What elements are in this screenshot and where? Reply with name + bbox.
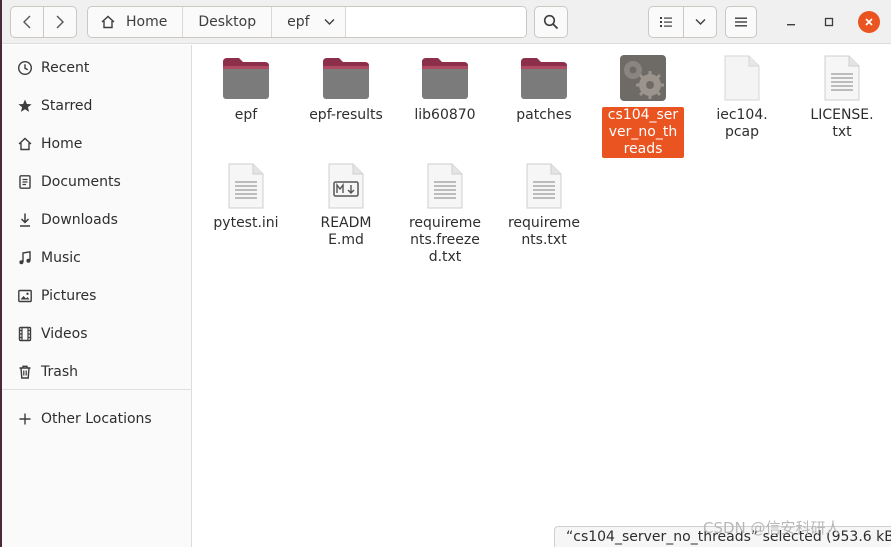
sidebar-item-pictures[interactable]: Pictures bbox=[2, 278, 192, 314]
breadcrumb-label: Home bbox=[126, 14, 168, 30]
chevron-down-icon bbox=[324, 19, 335, 25]
sidebar-item-other-locations[interactable]: Other Locations bbox=[2, 401, 192, 437]
breadcrumb-home[interactable]: Home bbox=[88, 7, 184, 37]
folder-icon bbox=[321, 53, 371, 103]
file-name: README.md bbox=[320, 215, 372, 248]
picture-icon bbox=[16, 287, 34, 305]
file-name: pytest.ini bbox=[213, 215, 279, 231]
sidebar-item-label: Starred bbox=[41, 98, 93, 114]
file-item-requirements-txt[interactable]: requirements.txt bbox=[502, 161, 586, 249]
sidebar-item-label: Videos bbox=[41, 326, 88, 342]
main-menu-button[interactable] bbox=[725, 6, 757, 38]
sidebar-item-videos[interactable]: Videos bbox=[2, 316, 192, 352]
header-bar: Home Desktop epf bbox=[2, 0, 891, 44]
file-grid: epf epf-results lib60870 patches cs104_s bbox=[193, 45, 891, 547]
maximize-icon bbox=[824, 17, 834, 27]
sidebar-item-recent[interactable]: Recent bbox=[2, 50, 192, 86]
clock-icon bbox=[16, 59, 34, 77]
chevron-down-icon bbox=[695, 19, 705, 25]
sidebar-item-label: Recent bbox=[41, 60, 90, 76]
sidebar-item-home[interactable]: Home bbox=[2, 126, 192, 162]
file-name: lib60870 bbox=[414, 107, 476, 123]
sidebar-item-label: Other Locations bbox=[41, 411, 152, 427]
sidebar-divider bbox=[2, 389, 192, 390]
plus-icon bbox=[16, 410, 34, 428]
folder-icon bbox=[420, 53, 470, 103]
file-name: requirements.txt bbox=[507, 215, 581, 248]
chevron-right-icon bbox=[56, 15, 64, 29]
file-item-cs104-server-no-threads[interactable]: cs104_server_no_threads bbox=[601, 53, 685, 158]
close-button[interactable] bbox=[858, 11, 880, 33]
text-file-icon bbox=[221, 161, 271, 211]
sidebar-item-label: Trash bbox=[41, 364, 78, 380]
star-icon bbox=[16, 97, 34, 115]
file-name: requirements.freezed.txt bbox=[408, 215, 482, 265]
home-icon bbox=[16, 135, 34, 153]
list-view-icon bbox=[660, 17, 672, 27]
list-view-button[interactable] bbox=[648, 6, 684, 38]
file-name: LICENSE.txt bbox=[810, 107, 874, 140]
sidebar-item-label: Pictures bbox=[41, 288, 97, 304]
path-bar-empty bbox=[345, 7, 526, 37]
sidebar-item-music[interactable]: Music bbox=[2, 240, 192, 276]
file-item-epf[interactable]: epf bbox=[204, 53, 288, 124]
minimize-icon bbox=[787, 24, 795, 26]
close-icon bbox=[865, 18, 873, 26]
folder-icon bbox=[519, 53, 569, 103]
file-item-requirements-freezed-txt[interactable]: requirements.freezed.txt bbox=[403, 161, 487, 266]
file-item-patches[interactable]: patches bbox=[502, 53, 586, 124]
file-manager-window: Home Desktop epf Recent Starred Home Doc… bbox=[2, 0, 891, 547]
file-item-license-txt[interactable]: LICENSE.txt bbox=[800, 53, 884, 141]
file-item-iec104-pcap[interactable]: iec104.pcap bbox=[700, 53, 784, 141]
back-button[interactable] bbox=[10, 6, 44, 38]
text-file-icon bbox=[519, 161, 569, 211]
home-icon bbox=[101, 15, 115, 29]
sidebar-item-downloads[interactable]: Downloads bbox=[2, 202, 192, 238]
maximize-button[interactable] bbox=[818, 11, 840, 33]
trash-icon bbox=[16, 363, 34, 381]
csdn-watermark: CSDN @信安科研人 bbox=[703, 519, 841, 537]
text-file-icon bbox=[817, 53, 867, 103]
text-file-icon bbox=[420, 161, 470, 211]
sidebar-item-documents[interactable]: Documents bbox=[2, 164, 192, 200]
hamburger-menu-icon bbox=[735, 17, 747, 27]
music-icon bbox=[16, 249, 34, 267]
search-icon bbox=[543, 14, 559, 30]
file-item-readme-md[interactable]: README.md bbox=[304, 161, 388, 249]
file-item-pytest-ini[interactable]: pytest.ini bbox=[204, 161, 288, 232]
view-options-button[interactable] bbox=[683, 6, 717, 38]
file-item-epf-results[interactable]: epf-results bbox=[304, 53, 388, 124]
sidebar-item-label: Music bbox=[41, 250, 81, 266]
sidebar-item-label: Downloads bbox=[41, 212, 118, 228]
minimize-button[interactable] bbox=[780, 11, 802, 33]
breadcrumb-desktop[interactable]: Desktop bbox=[183, 7, 273, 37]
sidebar-item-starred[interactable]: Starred bbox=[2, 88, 192, 124]
file-name: iec104.pcap bbox=[716, 107, 768, 140]
folder-icon bbox=[221, 53, 271, 103]
sidebar-item-label: Documents bbox=[41, 174, 121, 190]
sidebar-item-label: Home bbox=[41, 136, 83, 152]
blank-file-icon bbox=[717, 53, 767, 103]
file-name: patches bbox=[516, 107, 572, 123]
markdown-file-icon bbox=[321, 161, 371, 211]
path-bar: Home Desktop epf bbox=[87, 6, 527, 38]
breadcrumb-epf[interactable]: epf bbox=[272, 7, 346, 37]
sidebar: Recent Starred Home Documents Downloads … bbox=[2, 45, 192, 547]
chevron-left-icon bbox=[23, 15, 31, 29]
breadcrumb-label: epf bbox=[287, 14, 310, 30]
video-icon bbox=[16, 325, 34, 343]
sidebar-item-trash[interactable]: Trash bbox=[2, 354, 192, 390]
forward-button[interactable] bbox=[43, 6, 77, 38]
file-name: epf bbox=[234, 107, 258, 123]
file-item-lib60870[interactable]: lib60870 bbox=[403, 53, 487, 124]
file-name: epf-results bbox=[309, 107, 383, 123]
download-icon bbox=[16, 211, 34, 229]
search-button[interactable] bbox=[534, 6, 568, 38]
breadcrumb-label: Desktop bbox=[198, 14, 257, 30]
document-icon bbox=[16, 173, 34, 191]
file-name: cs104_server_no_threads bbox=[602, 107, 684, 158]
executable-gear-icon bbox=[618, 53, 668, 103]
